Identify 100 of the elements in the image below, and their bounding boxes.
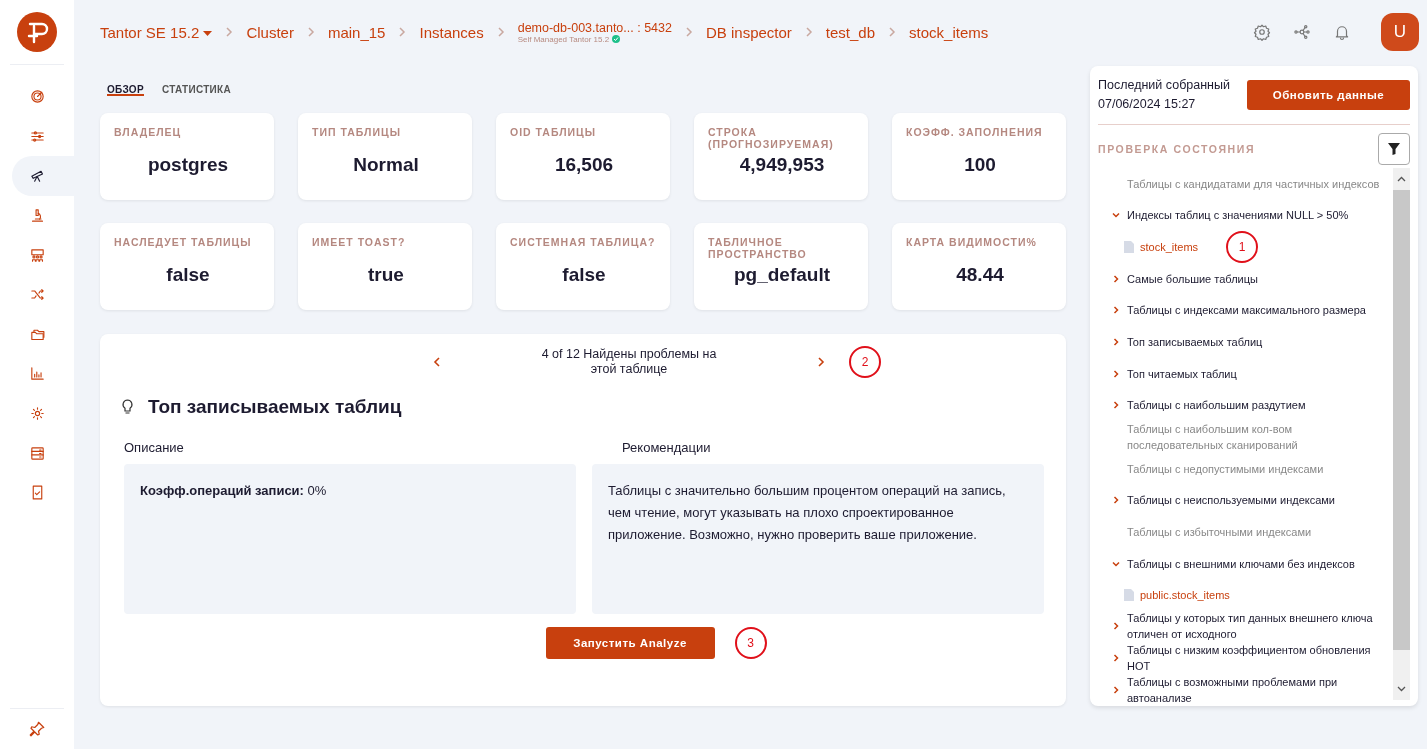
health-check-item[interactable]: Таблицы с возможными проблемами при автоанализе xyxy=(1127,674,1393,707)
stat-label: КАРТА ВИДИМОСТИ% xyxy=(906,236,1038,250)
filter-icon xyxy=(1387,142,1401,156)
recommendations-text: Таблицы с значительно большим процентом операций на запись, чем чтение, могут указывать на плохо спроектированное приложение. Возможно, нужно проверить ваше приложение. xyxy=(592,464,1044,614)
description-text: Коэфф.операций записи: 0% xyxy=(124,464,576,614)
health-check-item[interactable]: Таблицы с индексами максимального размера xyxy=(1127,302,1370,319)
stat-value: false xyxy=(561,264,607,286)
health-check-item: Таблицы с недопустимыми индексами xyxy=(1127,461,1325,477)
stat-value: 4,949,953 xyxy=(738,154,826,176)
previous-icon[interactable] xyxy=(433,356,441,368)
chevron-icon xyxy=(306,26,315,38)
stat-label: НАСЛЕДУЕТ ТАБЛИЦЫ xyxy=(114,236,253,250)
chevron-down-icon[interactable] xyxy=(1112,559,1120,568)
stat-value: 16,506 xyxy=(553,154,615,176)
callout-marker: 3 xyxy=(734,627,767,659)
health-check-item[interactable]: Индексы таблиц с значениями NULL > 50% xyxy=(1127,207,1353,224)
people-icon xyxy=(28,246,46,264)
chevron-right-icon[interactable] xyxy=(1112,654,1120,663)
stat-label: ТАБЛИЧНОЕ ПРОСТРАНСТВО xyxy=(708,236,808,262)
chevron-icon xyxy=(398,26,407,38)
chevron-icon xyxy=(225,26,234,38)
health-check-item[interactable]: Таблицы с наибольшим раздутием xyxy=(1127,397,1310,414)
breadcrumb-link[interactable]: DB inspector xyxy=(705,23,792,41)
stat-value: false xyxy=(165,264,211,286)
health-check-item: Таблицы с наибольшим кол-вом последовательных сканирований xyxy=(1127,422,1299,453)
health-check-item[interactable]: Таблицы у которых тип данных внешнего ключа отличен от исходного xyxy=(1127,610,1393,643)
health-check-item[interactable]: Самые большие таблицы xyxy=(1127,270,1262,287)
recommendations-label: Рекомендации xyxy=(621,440,712,457)
stat-label: СТРОКА (ПРОГНОЗИРУЕМАЯ) xyxy=(708,126,835,152)
breadcrumb-link[interactable]: stock_items xyxy=(909,23,989,41)
filter-button[interactable] xyxy=(1378,133,1410,165)
stat-label: ИМЕЕТ TOAST? xyxy=(312,236,407,250)
next-icon[interactable] xyxy=(817,356,825,368)
chevron-right-icon[interactable] xyxy=(1112,401,1120,410)
notifications-icon[interactable] xyxy=(1333,23,1351,41)
server-icon xyxy=(28,444,46,462)
tab[interactable]: ОБЗОР xyxy=(107,83,144,96)
target-icon xyxy=(28,88,46,106)
stat-value: pg_default xyxy=(732,264,832,286)
health-check-item[interactable]: Таблицы с низким коэффициентом обновления HOT xyxy=(1127,642,1393,675)
file-icon xyxy=(1124,588,1134,601)
gear-icon xyxy=(28,405,46,423)
breadcrumb-link[interactable]: Cluster xyxy=(246,23,294,41)
stat-value: postgres xyxy=(146,154,230,176)
breadcrumb-link[interactable]: main_15 xyxy=(327,23,386,41)
health-check-item: Таблицы с кандидатами для частичных индексов xyxy=(1127,176,1381,192)
logo-icon[interactable] xyxy=(17,12,57,52)
chevron-icon xyxy=(888,26,897,38)
caret-icon xyxy=(203,30,213,37)
scrollbar[interactable] xyxy=(1393,168,1410,700)
chevron-icon xyxy=(804,26,813,38)
health-check-item[interactable]: Топ читаемых таблиц xyxy=(1127,365,1241,382)
chevron-right-icon[interactable] xyxy=(1112,306,1120,315)
nav-item[interactable] xyxy=(12,156,74,196)
bar-chart-icon xyxy=(28,365,46,383)
refresh-data-button[interactable]: Обновить данные xyxy=(1247,80,1410,110)
stat-label: OID ТАБЛИЦЫ xyxy=(510,126,598,140)
chevron-right-icon[interactable] xyxy=(1112,369,1120,378)
health-check-item[interactable]: Таблицы с неиспользуемыми индексами xyxy=(1127,492,1339,509)
chevron-right-icon[interactable] xyxy=(1112,496,1120,505)
file-icon xyxy=(1124,241,1134,254)
health-check-title: ПРОВЕРКА СОСТОЯНИЯ xyxy=(1098,143,1256,155)
health-check-item: Таблицы с избыточными индексами xyxy=(1127,524,1313,540)
instance-subtitle: Self Managed Tantor 15.2 xyxy=(517,34,610,44)
stat-label: СИСТЕМНАЯ ТАБЛИЦА? xyxy=(510,236,657,250)
chevron-right-icon[interactable] xyxy=(1112,274,1120,283)
chevron-right-icon[interactable] xyxy=(1112,338,1120,347)
health-check-item[interactable]: Топ записываемых таблиц xyxy=(1127,334,1267,351)
settings-icon[interactable] xyxy=(1253,23,1271,41)
lightbulb-icon xyxy=(121,399,134,415)
stat-value: 100 xyxy=(963,154,997,176)
breadcrumb-link[interactable]: demo-db-003.tanto... : 5432 xyxy=(517,20,672,35)
chevron-down-icon[interactable] xyxy=(1112,211,1120,220)
last-collected-date: 07/06/2024 15:27 xyxy=(1098,96,1197,113)
description-label: Описание xyxy=(124,440,185,457)
user-avatar[interactable]: U xyxy=(1381,13,1419,51)
stat-label: ТИП ТАБЛИЦЫ xyxy=(312,126,402,140)
callout-marker: 2 xyxy=(849,346,881,378)
breadcrumb-dropdown[interactable]: Tantor SE 15.2 xyxy=(100,23,213,41)
pin-icon[interactable] xyxy=(28,720,46,738)
breadcrumb-link[interactable]: Instances xyxy=(419,23,484,41)
network-icon[interactable] xyxy=(1293,23,1311,41)
chevron-right-icon[interactable] xyxy=(1112,622,1120,631)
run-analyze-button[interactable]: Запустить Analyze xyxy=(545,627,715,659)
table-link[interactable]: stock_items xyxy=(1140,239,1199,256)
health-check-item[interactable]: Таблицы с внешними ключами без индексов xyxy=(1127,555,1359,572)
stat-value: 48.44 xyxy=(955,264,1005,286)
stat-value: Normal xyxy=(352,154,420,176)
stat-label: ВЛАДЕЛЕЦ xyxy=(114,126,183,140)
callout-marker: 1 xyxy=(1226,231,1259,264)
tab[interactable]: СТАТИСТИКА xyxy=(161,83,231,96)
chevron-right-icon[interactable] xyxy=(1112,686,1120,695)
table-link[interactable]: public.stock_items xyxy=(1140,586,1230,603)
breadcrumb-link[interactable]: test_db xyxy=(825,23,876,41)
last-collected-label: Последний собранный xyxy=(1098,77,1230,94)
issue-pager-text: 4 of 12 Найдены проблемы на этой таблице xyxy=(540,347,718,377)
stat-value: true xyxy=(367,264,405,286)
issue-title: Топ записываемых таблиц xyxy=(148,396,402,418)
chevron-icon xyxy=(684,26,693,38)
stat-label: КОЭФФ. ЗАПОЛНЕНИЯ xyxy=(906,126,1044,140)
